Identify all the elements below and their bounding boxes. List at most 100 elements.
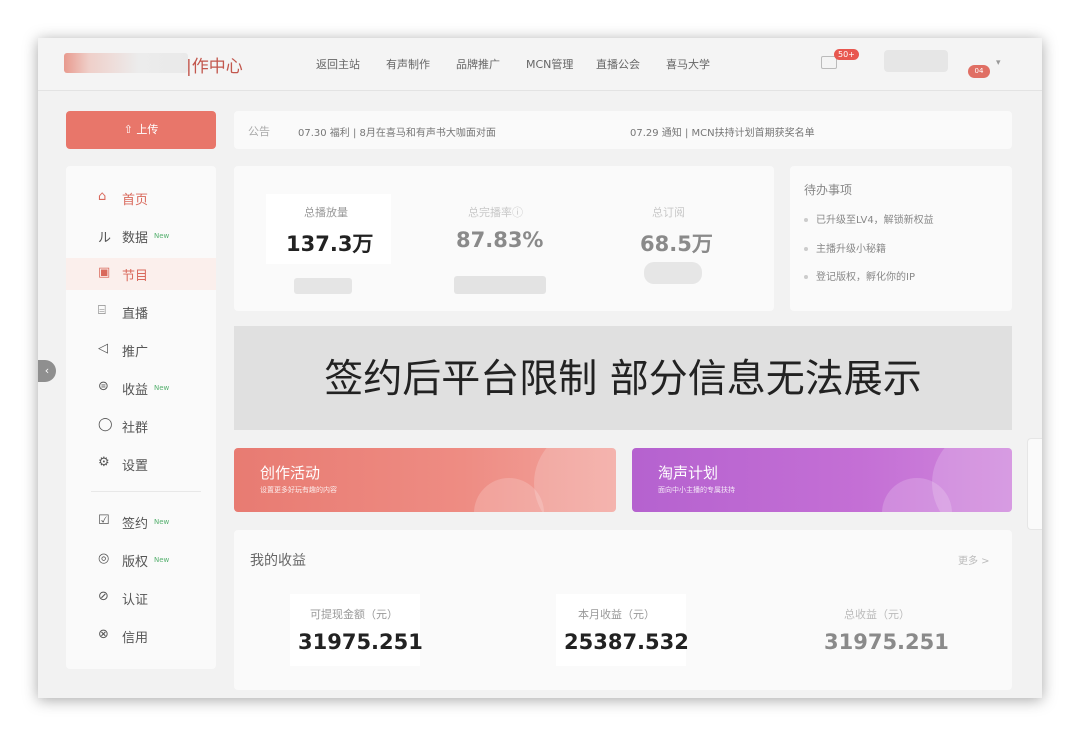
income-panel: 我的收益 更多 > 可提现金额（元） 31975.251 本月收益（元） 253… <box>234 530 1012 690</box>
sidebar-item-label: 设置 <box>122 459 149 474</box>
sidebar-item-label: 直播 <box>122 307 149 322</box>
todo-item[interactable]: 主播升级小秘籍 <box>804 240 886 255</box>
nav-audio-production[interactable]: 有声制作 <box>386 56 430 72</box>
sidebar-item-label: 版权 <box>122 555 149 570</box>
nav-mcn[interactable]: MCN管理 <box>526 56 573 72</box>
logo-text: |作中心 <box>186 57 243 77</box>
avatar-badge[interactable]: 04 <box>968 65 990 78</box>
sidebar-item-income[interactable]: ⊜ 收益 New <box>66 372 216 404</box>
sidebar-item-credit[interactable]: ⊗ 信用 <box>66 620 216 652</box>
sidebar-item-label: 节目 <box>122 269 149 284</box>
megaphone-icon: ◁ <box>98 341 108 356</box>
taosheng-plan-card[interactable]: 淘声计划 面向中小主播的专属扶持 <box>632 448 1012 512</box>
todo-item[interactable]: 已升级至LV4，解锁新权益 <box>804 211 934 226</box>
todo-panel: 待办事项 已升级至LV4，解锁新权益 主播升级小秘籍 登记版权，孵化你的IP <box>790 166 1012 311</box>
nav-home[interactable]: 返回主站 <box>316 56 360 72</box>
monthly-income-value: 25387.532 <box>564 630 689 654</box>
sidebar-item-live[interactable]: ⌸ 直播 <box>66 296 216 328</box>
decor-circle <box>534 448 616 512</box>
nav-brand-promotion[interactable]: 品牌推广 <box>456 56 500 72</box>
blurred-detail <box>644 262 702 284</box>
restriction-banner: 签约后平台限制 部分信息无法展示 <box>234 326 1012 430</box>
completion-rate-value: 87.83% <box>456 228 544 252</box>
upload-label: 上传 <box>136 123 159 136</box>
creation-activity-card[interactable]: 创作活动 设置更多好玩有趣的内容 <box>234 448 616 512</box>
total-plays-value: 137.3万 <box>286 232 374 256</box>
mail-badge: 50+ <box>834 49 859 60</box>
chevron-down-icon[interactable]: ▾ <box>996 58 1001 68</box>
sidebar-item-label: 信用 <box>122 631 149 646</box>
top-bar: |作中心 返回主站 有声制作 品牌推广 MCN管理 直播公会 喜马大学 50+ … <box>38 38 1042 91</box>
copyright-icon: ◎ <box>98 551 110 566</box>
todo-item[interactable]: 登记版权，孵化你的IP <box>804 268 915 283</box>
sidebar-item-contract[interactable]: ☑ 签约 New <box>66 506 216 538</box>
tv-icon: ⌸ <box>98 303 106 318</box>
todo-title: 待办事项 <box>804 183 853 197</box>
highlight-box: 可提现金额（元） 31975.251 <box>290 594 423 666</box>
total-plays-label: 总播放量 <box>304 206 348 219</box>
announcement-tag: 公告 <box>248 125 270 138</box>
new-badge: New <box>154 384 170 392</box>
sidebar-item-data[interactable]: ル 数据 New <box>66 220 216 252</box>
subscriptions-label: 总订阅 <box>652 206 685 219</box>
check-circle-icon: ⊘ <box>98 589 109 604</box>
withdrawable-value: 31975.251 <box>298 630 423 654</box>
sidebar-item-promotion[interactable]: ◁ 推广 <box>66 334 216 366</box>
sidebar-item-label: 收益 <box>122 383 149 398</box>
stats-panel: 总播放量 137.3万 总完播率ⓘ 87.83% 总订阅 68.5万 <box>234 166 774 311</box>
coin-icon: ⊜ <box>98 379 109 394</box>
chart-icon: ル <box>98 231 112 246</box>
monthly-income-label: 本月收益（元） <box>578 608 655 621</box>
floating-side-widget[interactable] <box>1027 438 1042 530</box>
home-icon: ⌂ <box>98 189 107 204</box>
chat-icon: ◯ <box>98 417 113 432</box>
card-title: 创作活动 <box>260 464 321 482</box>
cloud-upload-icon: ⇧ <box>123 123 133 136</box>
sidebar-item-label: 认证 <box>122 593 149 608</box>
sidebar: ⌂ 首页 ル 数据 New ▣ 节目 ⌸ 直播 ◁ 推广 ⊜ 收益 New ◯ … <box>66 166 216 669</box>
sidebar-item-label: 社群 <box>122 421 149 436</box>
new-badge: New <box>154 518 170 526</box>
sidebar-item-label: 签约 <box>122 517 149 532</box>
program-icon: ▣ <box>98 265 111 280</box>
completion-rate-label: 总完播率ⓘ <box>468 206 523 219</box>
card-subtitle: 设置更多好玩有趣的内容 <box>260 486 337 494</box>
announcement-item[interactable]: 07.29 通知 | MCN扶持计划首期获奖名单 <box>630 124 815 139</box>
sidebar-item-label: 数据 <box>122 231 149 246</box>
card-subtitle: 面向中小主播的专属扶持 <box>658 486 735 494</box>
new-badge: New <box>154 232 170 240</box>
collapse-sidebar-button[interactable]: ‹ <box>38 360 56 382</box>
total-income-value: 31975.251 <box>824 630 949 654</box>
app-window: |作中心 返回主站 有声制作 品牌推广 MCN管理 直播公会 喜马大学 50+ … <box>38 38 1042 698</box>
sidebar-divider <box>91 491 201 492</box>
logo[interactable] <box>64 53 188 73</box>
username[interactable] <box>884 50 948 72</box>
blurred-detail <box>454 276 546 294</box>
sidebar-item-home[interactable]: ⌂ 首页 <box>66 182 216 214</box>
withdrawable-label: 可提现金额（元） <box>310 608 398 621</box>
sidebar-item-settings[interactable]: ⚙ 设置 <box>66 448 216 480</box>
nav-live-guild[interactable]: 直播公会 <box>596 56 640 72</box>
sidebar-item-label: 首页 <box>122 193 149 208</box>
announcement-bar: 公告 07.30 福利 | 8月在喜马和有声书大咖面对面 07.29 通知 | … <box>234 111 1012 149</box>
sidebar-item-label: 推广 <box>122 345 149 360</box>
shield-icon: ⊗ <box>98 627 109 642</box>
blurred-detail <box>294 278 352 294</box>
more-link[interactable]: 更多 > <box>958 552 990 567</box>
sidebar-item-copyright[interactable]: ◎ 版权 New <box>66 544 216 576</box>
sidebar-item-programs[interactable]: ▣ 节目 <box>66 258 216 290</box>
new-badge: New <box>154 556 170 564</box>
gear-icon: ⚙ <box>98 455 110 470</box>
chevron-left-icon: ‹ <box>44 364 50 377</box>
upload-button[interactable]: ⇧ 上传 <box>66 111 216 149</box>
highlight-box: 总播放量 137.3万 <box>266 194 391 264</box>
highlight-box: 本月收益（元） 25387.532 <box>556 594 689 666</box>
announcement-item[interactable]: 07.30 福利 | 8月在喜马和有声书大咖面对面 <box>298 124 496 139</box>
income-title: 我的收益 <box>250 553 306 569</box>
restriction-text: 签约后平台限制 部分信息无法展示 <box>324 357 922 402</box>
sidebar-item-community[interactable]: ◯ 社群 <box>66 410 216 442</box>
edit-icon: ☑ <box>98 513 110 528</box>
nav-university[interactable]: 喜马大学 <box>666 56 710 72</box>
card-title: 淘声计划 <box>658 464 719 482</box>
sidebar-item-verification[interactable]: ⊘ 认证 <box>66 582 216 614</box>
